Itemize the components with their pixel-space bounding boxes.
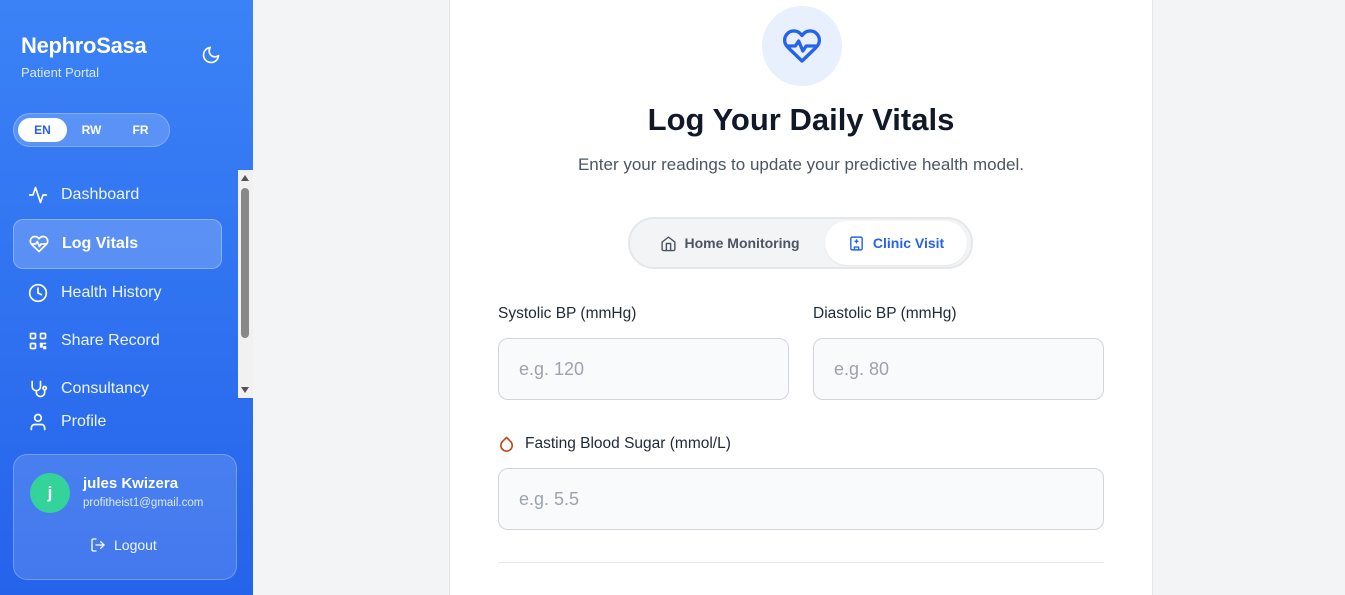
sidebar-item-log-vitals[interactable]: Log Vitals bbox=[13, 219, 222, 269]
qr-code-icon bbox=[27, 330, 49, 352]
sidebar-item-profile[interactable]: Profile bbox=[13, 402, 106, 442]
logout-label: Logout bbox=[114, 537, 157, 553]
blood-sugar-label-row: Fasting Blood Sugar (mmol/L) bbox=[498, 435, 731, 453]
language-switcher: EN RW FR bbox=[13, 113, 170, 147]
scroll-down-icon[interactable] bbox=[241, 387, 249, 393]
diastolic-input[interactable] bbox=[813, 338, 1104, 400]
main-content: Log Your Daily Vitals Enter your reading… bbox=[253, 0, 1345, 595]
sidebar: NephroSasa Patient Portal EN RW FR Dashb… bbox=[0, 0, 253, 595]
heart-pulse-icon bbox=[762, 6, 842, 86]
clinic-visit-tab[interactable]: Clinic Visit bbox=[825, 221, 967, 265]
tab-label: Home Monitoring bbox=[684, 235, 800, 251]
blood-sugar-input[interactable] bbox=[498, 468, 1104, 530]
home-monitoring-tab[interactable]: Home Monitoring bbox=[634, 221, 825, 265]
user-card: j jules Kwizera profitheist1@gmail.com L… bbox=[13, 454, 237, 580]
vitals-card: Log Your Daily Vitals Enter your reading… bbox=[449, 0, 1153, 595]
sidebar-scrollbar[interactable] bbox=[238, 170, 253, 398]
blood-sugar-label: Fasting Blood Sugar (mmol/L) bbox=[525, 435, 731, 452]
user-name: jules Kwizera bbox=[83, 475, 179, 492]
page-subtitle: Enter your readings to update your predi… bbox=[577, 155, 1025, 174]
sidebar-item-share-record[interactable]: Share Record bbox=[13, 316, 222, 366]
systolic-input[interactable] bbox=[498, 338, 789, 400]
user-email: profitheist1@gmail.com bbox=[83, 497, 204, 509]
home-icon bbox=[660, 235, 677, 252]
sidebar-item-label: Log Vitals bbox=[62, 235, 139, 252]
sidebar-item-consultancy[interactable]: Consultancy bbox=[13, 364, 222, 398]
sidebar-nav: Dashboard Log Vitals Health History Shar… bbox=[13, 170, 235, 398]
droplet-icon bbox=[498, 435, 515, 453]
stethoscope-icon bbox=[27, 378, 49, 398]
app-name: NephroSasa bbox=[21, 33, 147, 58]
scroll-up-icon[interactable] bbox=[241, 175, 249, 181]
tab-label: Clinic Visit bbox=[872, 235, 945, 251]
lang-fr-button[interactable]: FR bbox=[116, 118, 165, 142]
scrollbar-thumb[interactable] bbox=[241, 188, 249, 338]
sidebar-item-label: Health History bbox=[61, 284, 162, 301]
logout-icon bbox=[90, 537, 106, 553]
moon-icon[interactable] bbox=[201, 45, 221, 65]
user-icon bbox=[27, 411, 49, 433]
sidebar-item-label: Share Record bbox=[61, 332, 160, 349]
diastolic-label: Diastolic BP (mmHg) bbox=[813, 305, 957, 322]
sidebar-item-dashboard[interactable]: Dashboard bbox=[13, 170, 222, 220]
activity-icon bbox=[27, 184, 49, 206]
sidebar-item-health-history[interactable]: Health History bbox=[13, 268, 222, 318]
sidebar-item-label: Dashboard bbox=[61, 186, 140, 203]
logout-button[interactable]: Logout bbox=[90, 537, 157, 553]
avatar: j bbox=[30, 473, 70, 513]
page-title: Log Your Daily Vitals bbox=[647, 102, 955, 137]
heart-pulse-icon bbox=[28, 233, 50, 255]
lang-rw-button[interactable]: RW bbox=[67, 118, 116, 142]
systolic-label: Systolic BP (mmHg) bbox=[498, 305, 637, 322]
sidebar-item-label: Consultancy bbox=[61, 380, 150, 397]
app-subtitle: Patient Portal bbox=[21, 65, 100, 80]
divider bbox=[498, 562, 1104, 563]
hospital-icon bbox=[848, 235, 865, 252]
clock-icon bbox=[27, 282, 49, 304]
brand: NephroSasa Patient Portal bbox=[21, 33, 147, 80]
sidebar-item-label: Profile bbox=[61, 413, 107, 430]
lang-en-button[interactable]: EN bbox=[18, 118, 67, 142]
monitoring-mode-toggle: Home Monitoring Clinic Visit bbox=[628, 217, 973, 269]
